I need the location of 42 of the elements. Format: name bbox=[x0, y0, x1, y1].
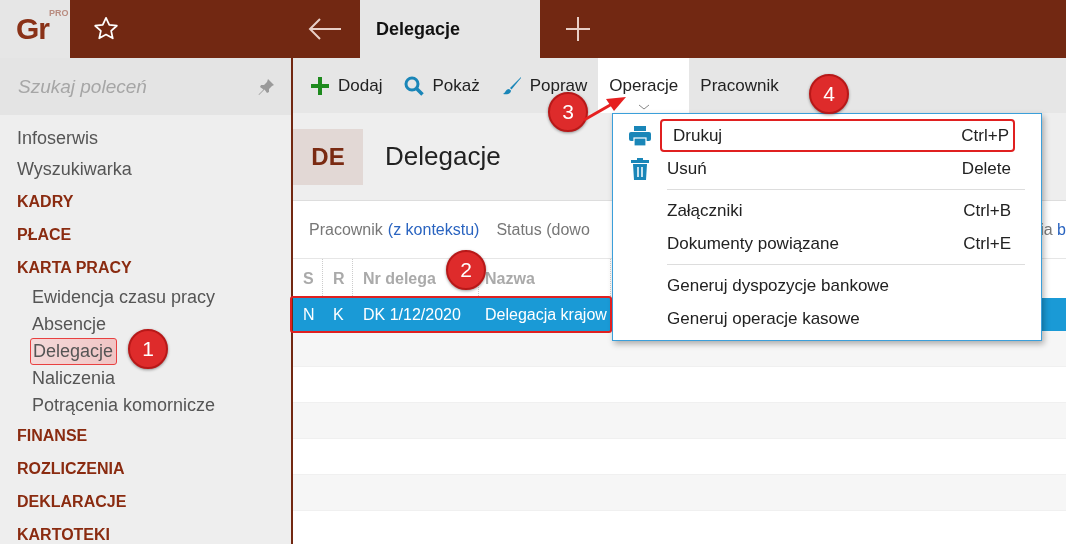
nav-section[interactable]: KADRY bbox=[17, 185, 291, 218]
new-tab-icon[interactable] bbox=[564, 16, 591, 42]
table-cell-text: K bbox=[332, 305, 345, 324]
table-cell-text: N bbox=[302, 305, 316, 324]
chevron-icon bbox=[637, 104, 650, 110]
nav-section[interactable]: DEKLARACJE bbox=[17, 485, 291, 518]
callout-arrow bbox=[582, 96, 626, 122]
menu-item[interactable]: Generuj operacje kasowe bbox=[613, 302, 1015, 335]
brush-icon bbox=[501, 75, 522, 96]
nav-item[interactable]: Ewidencja czasu pracy bbox=[17, 284, 291, 311]
menu-item[interactable]: Załączniki Ctrl+B bbox=[613, 194, 1015, 227]
tab[interactable]: Delegacje bbox=[360, 0, 540, 58]
menu-item[interactable]: Generuj dyspozycje bankowe bbox=[613, 269, 1015, 302]
toolbar-button[interactable]: Pokaż bbox=[393, 58, 491, 113]
toolbar-button[interactable]: Pracownik bbox=[689, 58, 790, 113]
filter-link[interactable]: (z kontekstu) bbox=[387, 220, 480, 239]
page-badge: DE bbox=[293, 128, 363, 185]
filter-label: Pracownik bbox=[309, 220, 383, 239]
filter-label: Status (dowo bbox=[496, 220, 590, 239]
filter-link[interactable]: b bbox=[1057, 220, 1066, 238]
nav-section[interactable]: KARTA PRACY bbox=[17, 251, 291, 284]
nav-section[interactable]: ROZLICZENIA bbox=[17, 452, 291, 485]
menu-item[interactable]: Usuń Delete bbox=[613, 152, 1015, 185]
table-cell-text: Delegacja krajow bbox=[484, 305, 608, 324]
toolbar-button[interactable]: Operacje bbox=[598, 58, 690, 113]
nav-item[interactable]: Infoserwis bbox=[17, 123, 291, 154]
nav-section[interactable]: FINANSE bbox=[17, 419, 291, 452]
page-title: Delegacje bbox=[384, 141, 501, 172]
trash-icon bbox=[631, 157, 649, 180]
nav-item[interactable]: Delegacje bbox=[30, 338, 118, 365]
menu-item[interactable]: Dokumenty powiązane Ctrl+E bbox=[613, 227, 1015, 260]
nav-section[interactable]: PŁACE bbox=[17, 218, 291, 251]
nav-item[interactable]: Potrącenia komornicze bbox=[17, 392, 291, 419]
plus-icon bbox=[310, 75, 330, 96]
nav-item[interactable]: Wyszukiwarka bbox=[17, 154, 291, 185]
nav-section[interactable]: KARTOTEKI bbox=[17, 518, 291, 544]
search-icon bbox=[404, 75, 425, 96]
toolbar-button[interactable]: Dodaj bbox=[299, 58, 394, 113]
back-arrow-icon[interactable] bbox=[308, 18, 342, 40]
table-cell-text: DK 1/12/2020 bbox=[362, 305, 462, 324]
printer-icon bbox=[629, 125, 651, 146]
search-field[interactable]: Szukaj poleceń bbox=[0, 58, 291, 115]
